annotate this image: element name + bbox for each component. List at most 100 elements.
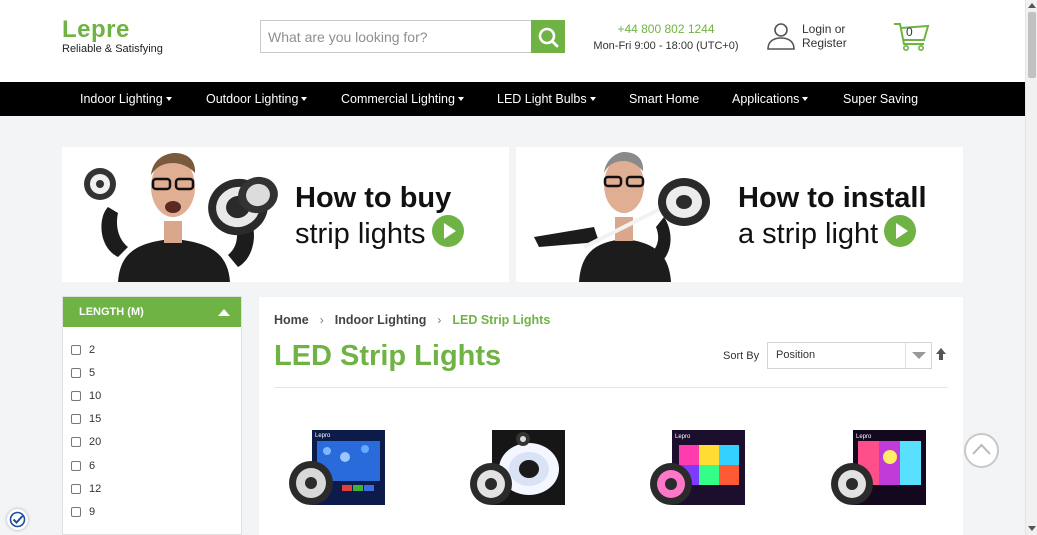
filter-option-label: 10 (89, 390, 102, 402)
checkbox[interactable] (71, 484, 81, 494)
sort-select[interactable]: Position (767, 342, 932, 369)
nav-item-super-saving[interactable]: Super Saving (843, 82, 918, 116)
product-card[interactable]: Lepro (647, 427, 747, 509)
scroll-down-arrow-icon[interactable] (1028, 526, 1036, 531)
phone-number[interactable]: +44 800 802 1244 (590, 22, 742, 36)
checkbox[interactable] (71, 437, 81, 447)
search-input[interactable] (261, 21, 532, 52)
play-icon[interactable] (884, 215, 917, 247)
product-image (470, 430, 565, 505)
filter-option-label: 20 (89, 436, 102, 448)
svg-text:Lepro: Lepro (856, 434, 872, 440)
chevron-right-icon: › (319, 313, 324, 327)
product-card[interactable] (467, 427, 567, 509)
nav-label: Applications (732, 92, 800, 106)
nav-item-commercial-lighting[interactable]: Commercial Lighting (341, 82, 464, 116)
filter-option-label: 2 (89, 344, 96, 356)
filter-option[interactable]: 5 (71, 367, 95, 379)
nav-item-applications[interactable]: Applications (732, 82, 809, 116)
filter-option-label: 9 (89, 506, 96, 518)
nav-label: Outdoor Lighting (206, 92, 299, 106)
filter-length: LENGTH (M) 2 5 10 15 20 6 12 9 (62, 296, 242, 535)
scroll-up-arrow-icon[interactable] (1028, 3, 1036, 8)
shield-check-icon (9, 511, 26, 528)
checkbox[interactable] (71, 391, 81, 401)
scrollbar[interactable] (1025, 0, 1037, 535)
banner-title: How to buy (295, 182, 452, 214)
cart-count: 0 (906, 25, 913, 39)
nav-label: Smart Home (629, 92, 700, 106)
register-link[interactable]: Register (802, 36, 847, 50)
back-to-top-button[interactable] (964, 433, 999, 468)
banner-person-image (84, 153, 278, 282)
banner-title: How to install (738, 182, 927, 214)
checkbox[interactable] (71, 507, 81, 517)
filter-option[interactable]: 10 (71, 390, 101, 402)
logo-name: Lepre (62, 16, 130, 43)
site-header: Lepre Reliable & Satisfying +44 800 802 … (0, 0, 1025, 82)
privacy-badge[interactable] (7, 509, 28, 530)
nav-item-indoor-lighting[interactable]: Indoor Lighting (80, 82, 172, 116)
filter-option-label: 12 (89, 483, 102, 495)
banner-how-to-install[interactable]: How to install a strip light (516, 147, 963, 282)
user-icon (767, 23, 795, 50)
breadcrumb-indoor-lighting[interactable]: Indoor Lighting (335, 313, 427, 327)
main-nav: Indoor Lighting Outdoor Lighting Commerc… (0, 82, 1025, 116)
logo[interactable]: Lepre Reliable & Satisfying (62, 16, 163, 56)
search-bar (260, 20, 565, 53)
filter-option-label: 5 (89, 367, 96, 379)
breadcrumb-current: LED Strip Lights (452, 313, 551, 327)
caret-down-icon (802, 97, 809, 101)
divider (274, 387, 948, 388)
dropdown-arrow-icon (905, 343, 931, 368)
checkbox[interactable] (71, 461, 81, 471)
play-icon[interactable] (431, 215, 464, 247)
banner-person-image (534, 152, 710, 282)
checkbox[interactable] (71, 414, 81, 424)
nav-label: LED Light Bulbs (497, 92, 587, 106)
caret-down-icon (301, 97, 308, 101)
scroll-thumb[interactable] (1028, 12, 1036, 78)
login-link[interactable]: Login or (802, 22, 847, 36)
product-card[interactable]: Lepro (287, 427, 387, 509)
page-title: LED Strip Lights (274, 340, 502, 372)
filter-heading-label: LENGTH (M) (79, 306, 144, 318)
collapse-arrow-icon (218, 309, 230, 316)
filter-heading[interactable]: LENGTH (M) (63, 297, 241, 327)
product-card[interactable]: Lepro (828, 427, 928, 509)
opening-hours: Mon-Fri 9:00 - 18:00 (UTC+0) (593, 40, 739, 52)
cart-button[interactable]: 0 (893, 20, 931, 52)
nav-item-outdoor-lighting[interactable]: Outdoor Lighting (206, 82, 308, 116)
sort-label: Sort By (723, 350, 760, 362)
account-link[interactable]: Login or Register (766, 22, 847, 50)
caret-down-icon (165, 97, 172, 101)
breadcrumb-home[interactable]: Home (274, 313, 309, 327)
caret-down-icon (457, 97, 464, 101)
product-listing: Home › Indoor Lighting › LED Strip Light… (259, 297, 963, 535)
svg-text:Lepro: Lepro (675, 434, 691, 440)
svg-text:Lepro: Lepro (315, 433, 331, 439)
search-button[interactable] (531, 20, 565, 53)
filter-option[interactable]: 12 (71, 483, 101, 495)
filter-option[interactable]: 6 (71, 460, 95, 472)
filter-option[interactable]: 20 (71, 436, 101, 448)
sort-direction-icon[interactable] (935, 347, 947, 361)
search-icon (538, 27, 559, 47)
chevron-right-icon: › (437, 313, 442, 327)
nav-item-smart-home[interactable]: Smart Home (629, 82, 699, 116)
nav-label: Indoor Lighting (80, 92, 163, 106)
filter-option[interactable]: 9 (71, 506, 95, 518)
filter-option-label: 15 (89, 413, 102, 425)
checkbox[interactable] (71, 368, 81, 378)
logo-tagline: Reliable & Satisfying (62, 43, 163, 55)
filter-option-label: 6 (89, 460, 96, 472)
filter-option[interactable]: 15 (71, 413, 101, 425)
breadcrumb: Home › Indoor Lighting › LED Strip Light… (274, 313, 550, 327)
nav-item-led-light-bulbs[interactable]: LED Light Bulbs (497, 82, 596, 116)
filter-option[interactable]: 2 (71, 344, 95, 356)
caret-down-icon (589, 97, 596, 101)
banner-how-to-buy[interactable]: How to buy strip lights (62, 147, 509, 282)
contact-info: +44 800 802 1244 Mon-Fri 9:00 - 18:00 (U… (590, 22, 742, 52)
product-image: Lepro (289, 430, 385, 505)
checkbox[interactable] (71, 345, 81, 355)
